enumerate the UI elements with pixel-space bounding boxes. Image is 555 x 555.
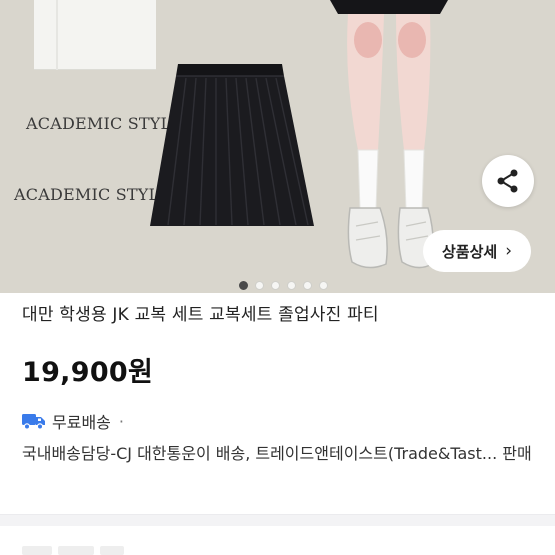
section-divider (0, 514, 555, 526)
shipping-info: 무료배송 · (22, 409, 124, 433)
next-section-preview (22, 546, 132, 555)
carousel-dot[interactable] (303, 281, 312, 290)
separator-dot: · (118, 411, 124, 431)
pleated-skirt-image (148, 62, 318, 230)
carousel-dot[interactable] (319, 281, 328, 290)
carousel-dot[interactable] (271, 281, 280, 290)
free-shipping-label: 무료배송 (52, 413, 111, 432)
carousel-dot[interactable] (287, 281, 296, 290)
chevron-right-icon: › (505, 241, 512, 261)
share-button[interactable] (482, 155, 534, 207)
shirt-image (34, 0, 156, 70)
product-title: 대만 학생용 JK 교복 세트 교복세트 졸업사진 파티 (22, 305, 379, 325)
product-image-gallery[interactable]: ACADEMIC STYLE ACADEMIC STYLE 상품상세 › (0, 0, 555, 293)
delivery-truck-icon (22, 414, 45, 430)
product-price: 19,900원 (22, 357, 154, 388)
carousel-dot[interactable] (255, 281, 264, 290)
share-icon (497, 169, 518, 193)
carousel-dot[interactable] (239, 281, 248, 290)
carousel-indicator (0, 281, 555, 290)
product-detail-button[interactable]: 상품상세 › (423, 230, 531, 272)
product-detail-label: 상품상세 (441, 242, 498, 261)
shipping-seller-description: 국내배송담당-CJ 대한통운이 배송, 트레이드앤테이스트(Trade&Tast… (22, 444, 532, 463)
